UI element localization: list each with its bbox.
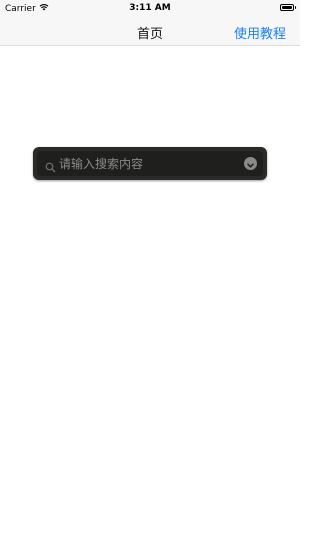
navigation-bar: 首页 使用教程 bbox=[0, 17, 300, 46]
search-input[interactable] bbox=[59, 153, 229, 174]
screen: Carrier 3:11 AM 首页 使用教程 bbox=[0, 0, 300, 533]
chevron-down-icon[interactable] bbox=[244, 157, 257, 170]
battery-icon bbox=[280, 4, 294, 11]
search-icon bbox=[45, 158, 56, 173]
battery-cap bbox=[294, 6, 296, 9]
tutorial-button[interactable]: 使用教程 bbox=[234, 23, 286, 42]
status-bar: Carrier 3:11 AM bbox=[0, 0, 300, 17]
search-box bbox=[33, 147, 267, 180]
status-time: 3:11 AM bbox=[129, 3, 171, 13]
search-field-container bbox=[37, 151, 263, 176]
